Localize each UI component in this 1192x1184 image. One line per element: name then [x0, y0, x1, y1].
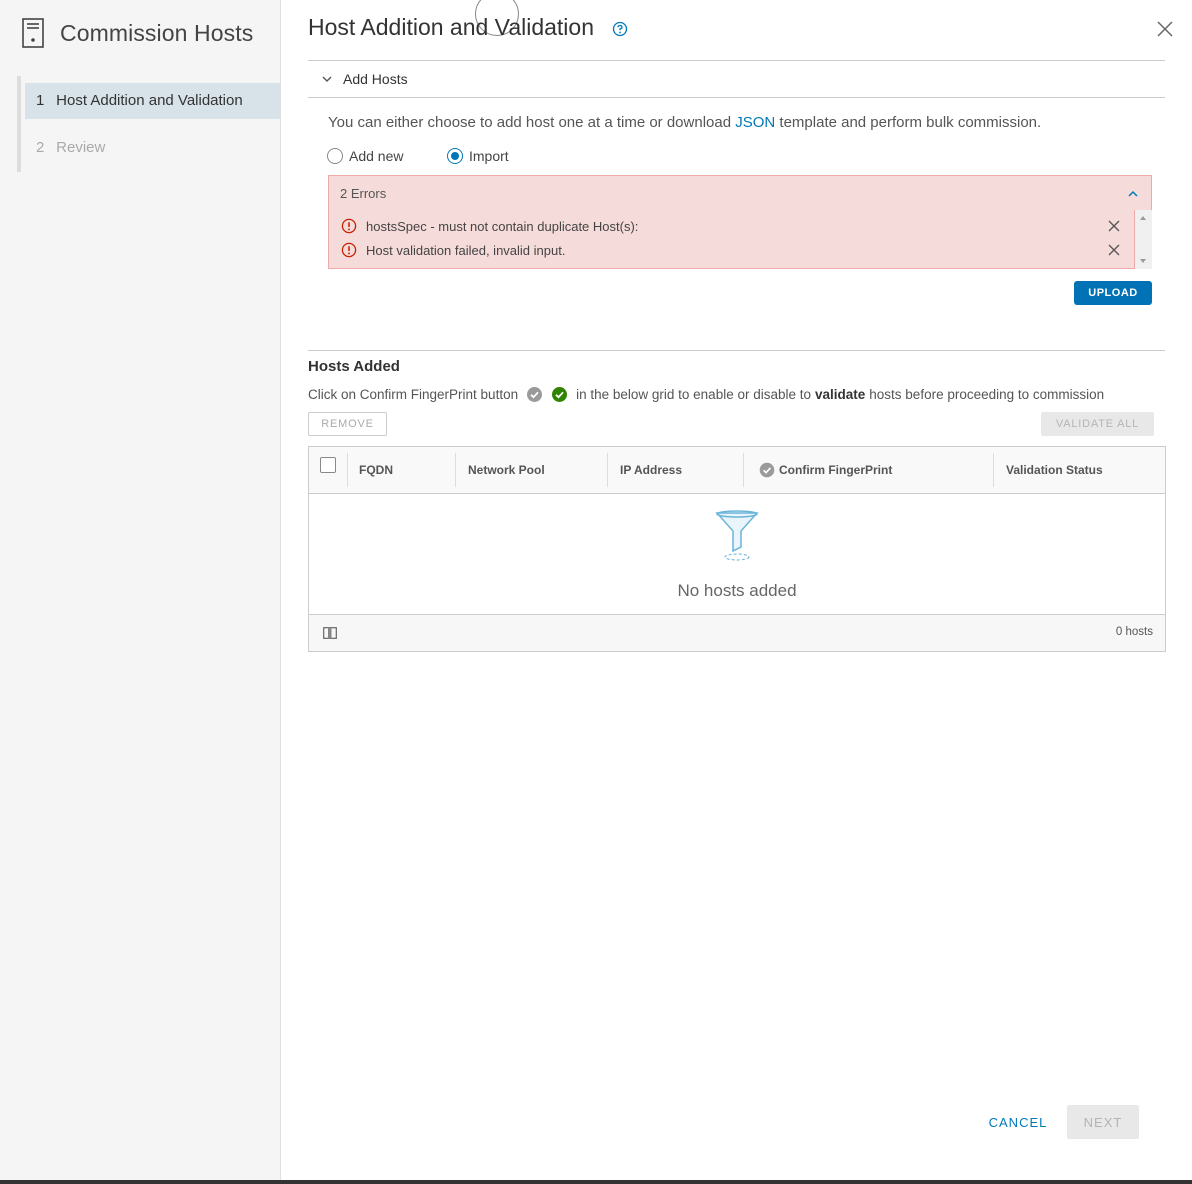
hosts-datagrid: FQDN Network Pool IP Address Confirm Fin…	[308, 446, 1166, 652]
server-icon	[22, 18, 44, 48]
radio-import-circle[interactable]	[447, 148, 463, 164]
close-icon[interactable]	[1155, 19, 1175, 39]
json-template-link[interactable]: JSON	[735, 114, 775, 131]
chevron-down-icon	[322, 76, 332, 82]
chevron-up-icon[interactable]	[1127, 188, 1139, 200]
error-icon	[341, 242, 357, 258]
hint-text-bold: validate	[815, 387, 866, 402]
error-icon	[341, 218, 357, 234]
step-review[interactable]: 2 Review	[25, 130, 280, 166]
column-separator	[607, 453, 608, 487]
radio-import-label: Import	[469, 148, 509, 164]
step-host-addition[interactable]: 1 Host Addition and Validation	[25, 83, 280, 119]
scroll-down-arrow[interactable]	[1140, 259, 1146, 263]
error-item: hostsSpec - must not contain duplicate H…	[341, 216, 638, 236]
column-toggle-icon[interactable]	[323, 627, 337, 639]
select-all-checkbox[interactable]	[320, 457, 336, 473]
hosts-added-heading: Hosts Added	[308, 358, 400, 375]
wizard-sidebar: Commission Hosts 1 Host Addition and Val…	[0, 0, 281, 1184]
column-confirm-fingerprint[interactable]: Confirm FingerPrint	[749, 447, 892, 493]
column-separator	[743, 453, 744, 487]
upload-button[interactable]: UPLOAD	[1074, 281, 1152, 305]
sidebar-header: Commission Hosts	[22, 18, 253, 48]
wizard-content: Host Addition and Validation Add Hosts Y…	[281, 0, 1192, 1184]
desc-text-start: You can either choose to add host one at…	[328, 114, 736, 131]
wizard-steps: 1 Host Addition and Validation 2 Review	[17, 76, 280, 172]
empty-filter-icon	[715, 510, 759, 561]
fingerprint-confirmed-icon	[552, 387, 568, 402]
description-text: You can either choose to add host one at…	[328, 114, 1041, 131]
hint-text-middle: in the below grid to enable or disable t…	[576, 387, 811, 402]
bottom-edge-bar	[0, 1180, 1192, 1184]
step-label: Review	[56, 139, 106, 156]
error-summary-bar[interactable]: 2 Errors	[328, 175, 1152, 211]
radio-add-new-circle[interactable]	[327, 148, 343, 164]
fingerprint-header-icon	[759, 462, 775, 478]
error-list: hostsSpec - must not contain duplicate H…	[328, 210, 1135, 269]
step-label: Host Addition and Validation	[56, 92, 243, 109]
error-message: hostsSpec - must not contain duplicate H…	[366, 218, 639, 234]
column-ip-address[interactable]: IP Address	[609, 447, 682, 493]
column-separator	[455, 453, 456, 487]
section-label: Add Hosts	[343, 71, 408, 87]
next-button[interactable]: NEXT	[1067, 1105, 1139, 1139]
fingerprint-hint: Click on Confirm FingerPrint button in t…	[308, 386, 1104, 403]
column-separator	[993, 453, 994, 487]
empty-state-text: No hosts added	[677, 581, 797, 600]
step-number: 1	[36, 92, 45, 109]
column-network-pool[interactable]: Network Pool	[457, 447, 545, 493]
section-divider	[308, 350, 1165, 351]
validate-all-button[interactable]: VALIDATE ALL	[1041, 412, 1154, 436]
column-fqdn[interactable]: FQDN	[348, 447, 393, 493]
radio-add-new-label: Add new	[349, 148, 404, 164]
add-hosts-section-header[interactable]: Add Hosts	[308, 60, 1165, 98]
datagrid-header: FQDN Network Pool IP Address Confirm Fin…	[309, 447, 1165, 494]
desc-text-end: template and perform bulk commission.	[775, 114, 1042, 131]
error-count: 2 Errors	[340, 186, 387, 201]
error-message: Host validation failed, invalid input.	[366, 242, 566, 258]
help-icon[interactable]	[612, 21, 628, 37]
scroll-up-arrow[interactable]	[1140, 216, 1146, 220]
column-validation-status[interactable]: Validation Status	[995, 447, 1103, 493]
hint-text-end: hosts before proceeding to commission	[869, 387, 1105, 402]
error-list-scrollbar[interactable]	[1135, 210, 1152, 269]
hint-text-start: Click on Confirm FingerPrint button	[308, 387, 519, 402]
wizard-title: Commission Hosts	[60, 19, 254, 46]
radio-add-new[interactable]: Add new	[327, 148, 403, 164]
column-confirm-fingerprint-label: Confirm FingerPrint	[779, 463, 893, 477]
remove-button[interactable]: REMOVE	[308, 412, 387, 436]
dismiss-error-icon[interactable]	[1108, 220, 1120, 232]
radio-import[interactable]: Import	[447, 148, 509, 164]
dismiss-error-icon[interactable]	[1108, 244, 1120, 256]
fingerprint-unconfirmed-icon	[527, 387, 543, 402]
cancel-button[interactable]: CANCEL	[978, 1105, 1058, 1139]
host-count: 0 hosts	[1115, 626, 1153, 638]
step-number: 2	[36, 139, 45, 156]
datagrid-footer: 0 hosts	[309, 614, 1165, 651]
error-item: Host validation failed, invalid input.	[341, 240, 565, 260]
page-title: Host Addition and Validation	[308, 14, 594, 40]
